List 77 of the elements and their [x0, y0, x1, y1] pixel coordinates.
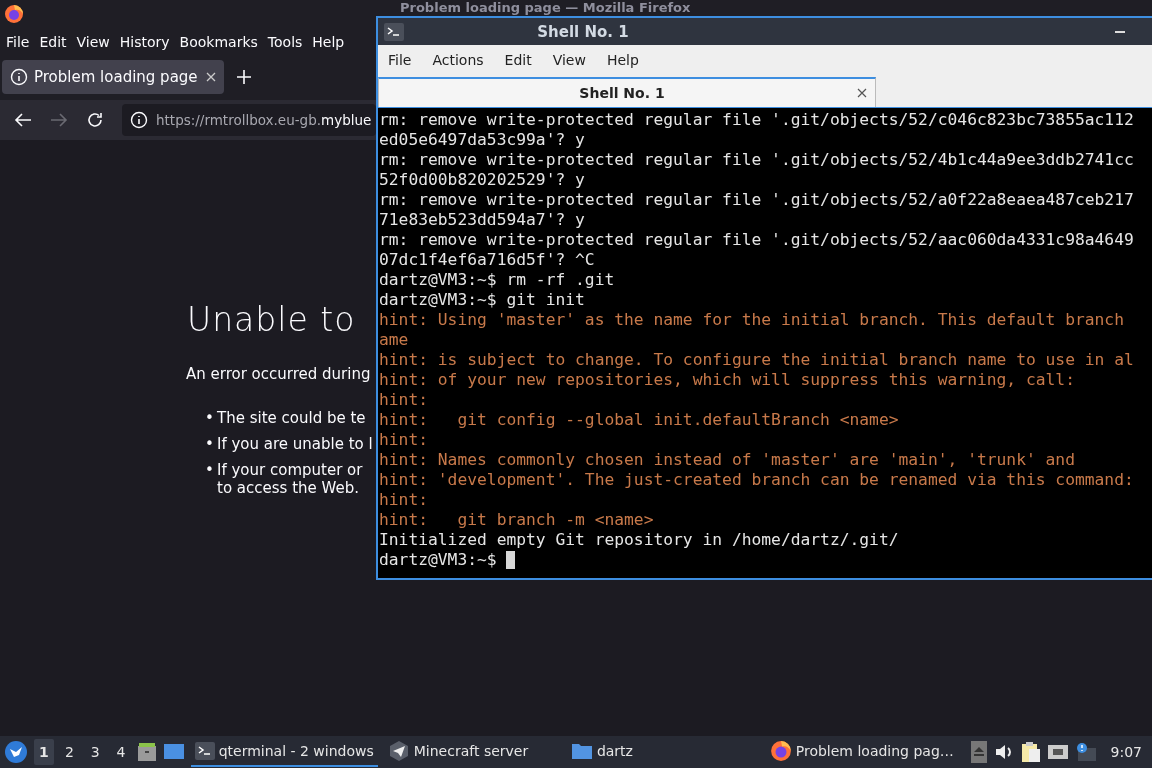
window-title: Problem loading page — Mozilla Firefox — [400, 0, 691, 16]
address-bar[interactable]: https://rmtrollbox.eu-gb.myblue — [122, 104, 376, 136]
eject-icon[interactable] — [970, 741, 987, 763]
folder-icon — [570, 742, 593, 760]
bullet-mark: • — [205, 461, 213, 479]
menu-item[interactable]: Edit — [39, 34, 67, 50]
prompt-line: dartz@VM3:~$ — [379, 550, 497, 570]
clipboard-icon[interactable] — [1020, 741, 1041, 763]
output-line: rm: remove write-protected regular file '.git/objects/52/a0f22a8eaea487ceb217 — [379, 190, 1134, 210]
output-line: 71e83eb523dd594a7'? y — [379, 210, 585, 230]
menu-item[interactable]: Tools — [267, 34, 303, 50]
workspace-button[interactable]: 1 — [34, 739, 54, 765]
hint-line: hint: Names commonly chosen instead of 'master' are 'main', 'trunk' and — [379, 450, 1075, 470]
hint-line: hint: — [379, 430, 428, 450]
hint-line: hint: is subject to change. To configure the initial branch name to use in al — [379, 350, 1134, 370]
terminal-icon — [384, 22, 404, 41]
bullet-mark: • — [205, 435, 213, 453]
prompt-line: dartz@VM3:~$ rm -rf .git — [379, 270, 615, 290]
output-line: ed05e6497da53c99a'? y — [379, 130, 585, 150]
bullet-item: The site could be te — [217, 409, 366, 427]
hint-line: ame — [379, 330, 409, 350]
reload-icon[interactable] — [86, 111, 104, 129]
text-cursor — [505, 551, 515, 569]
workspace-button[interactable]: 4 — [111, 739, 131, 765]
terminal-icon — [194, 742, 215, 760]
paper-plane-icon — [387, 740, 410, 762]
forward-arrow-icon[interactable] — [50, 112, 68, 128]
output-line: rm: remove write-protected regular file '.git/objects/52/4b1c44a9ee3ddb2741cc — [379, 150, 1134, 170]
workspace-button[interactable]: 3 — [85, 739, 105, 765]
prompt-line: dartz@VM3:~$ git init — [379, 290, 585, 310]
hint-line: hint: — [379, 490, 428, 510]
taskbar-task[interactable]: qterminal - 2 windows — [190, 737, 378, 767]
menu-item[interactable]: Help — [606, 52, 639, 68]
bullet-mark: • — [205, 409, 213, 427]
plus-icon[interactable] — [236, 69, 252, 85]
output-line: rm: remove write-protected regular file '.git/objects/52/c046c823bc73855ac112 — [379, 110, 1134, 130]
bullet-item: If you are unable to l — [217, 435, 373, 453]
hint-line: hint: of your new repositories, which will suppress this warning, call: — [379, 370, 1075, 390]
output-line: Initialized empty Git repository in /home/dartz/.git/ — [379, 530, 899, 550]
close-icon[interactable] — [857, 88, 867, 98]
hint-line: hint: — [379, 390, 428, 410]
menu-item[interactable]: Edit — [504, 52, 532, 68]
bullet-item: If your computer or to access the Web. — [217, 461, 363, 497]
back-arrow-icon[interactable] — [14, 112, 32, 128]
error-heading: Unable to — [187, 300, 356, 339]
window-title: Shell No. 1 — [536, 22, 630, 41]
info-icon — [130, 111, 148, 129]
menu-item[interactable]: Actions — [432, 52, 484, 68]
menu-item[interactable]: Bookmarks — [179, 34, 258, 50]
menu-item[interactable]: View — [76, 34, 110, 50]
hint-line: hint: Using 'master' as the name for the initial branch. This default branch — [379, 310, 1124, 330]
output-line: rm: remove write-protected regular file '.git/objects/52/aac060da4331c98a4649 — [379, 230, 1134, 250]
network-icon[interactable] — [1046, 742, 1069, 762]
notification-icon[interactable] — [1074, 742, 1097, 762]
output-line: 07dc1f4ef6a716d5f'? ^C — [379, 250, 595, 270]
desktop-icon[interactable] — [162, 742, 185, 762]
menu-item[interactable]: Help — [312, 34, 345, 50]
browser-tab[interactable]: Problem loading page — [2, 60, 224, 94]
taskbar-task[interactable]: Problem loading pag… — [765, 737, 959, 767]
hint-line: hint: git config --global init.defaultBranch <name> — [379, 410, 899, 430]
terminal-tab[interactable]: Shell No. 1 — [378, 77, 876, 107]
menu-item[interactable]: File — [388, 52, 412, 68]
firefox-icon — [769, 740, 792, 762]
menu-item[interactable]: View — [552, 52, 586, 68]
hint-line: hint: 'development'. The just-created branch can be renamed via this command: — [379, 470, 1134, 490]
error-text: An error occurred during — [186, 365, 371, 383]
taskbar-task[interactable]: Minecraft server — [383, 737, 561, 767]
output-line: 52f0d00b820202529'? y — [379, 170, 585, 190]
info-icon — [10, 68, 28, 86]
file-cabinet-icon[interactable] — [136, 742, 157, 762]
clock: 9:07 — [1110, 744, 1143, 760]
workspace-button[interactable]: 2 — [59, 739, 80, 765]
menu-item[interactable]: History — [119, 34, 170, 50]
hint-line: hint: git branch -m <name> — [379, 510, 654, 530]
taskbar-task[interactable]: dartz — [566, 737, 760, 767]
menu-item[interactable]: File — [6, 34, 30, 50]
start-menu-icon[interactable] — [4, 740, 28, 764]
